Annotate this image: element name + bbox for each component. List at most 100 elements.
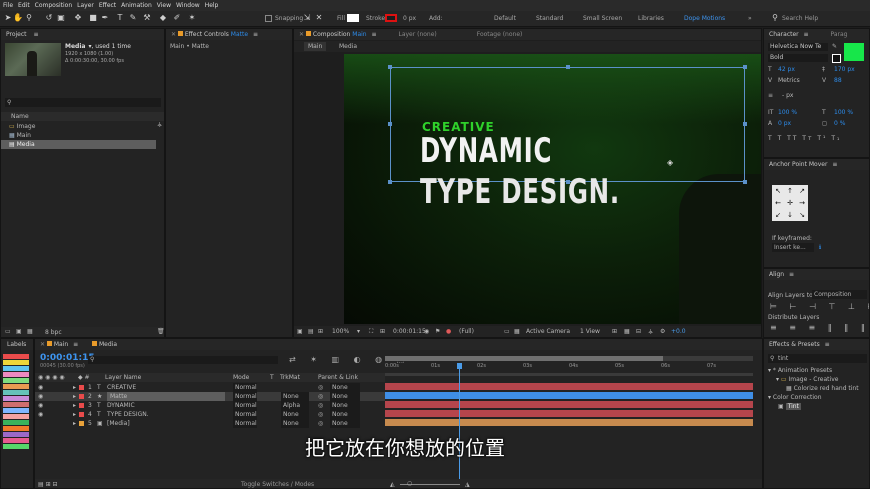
project-item-image[interactable]: ▭ Image [1,122,164,131]
pixel-aspect-icon[interactable]: ⊞ [612,326,617,337]
font-size-value[interactable]: 42 px [778,66,795,73]
visibility-eye-icon[interactable]: ◉ [38,392,43,401]
zoom-in-icon[interactable]: ◮ [465,479,470,488]
transparency-grid-icon[interactable]: ▦ [514,326,520,337]
visibility-eye-icon[interactable]: ◉ [38,410,43,419]
timeline-tab-main[interactable]: Main [54,341,68,348]
label-color-swatch[interactable] [3,402,29,407]
anchor-bottom-icon[interactable]: ↓ [784,209,796,221]
layer-row[interactable]: ◉ ▸ 4 T TYPE DESIGN. Normal None ◎ None [35,410,385,419]
layer-row[interactable]: ▸ 5 ▣ [Media] Normal None ◎ None [35,419,385,428]
layer-label-color[interactable] [79,412,84,417]
eyedropper-icon[interactable]: ✎ [832,43,837,50]
fast-previews-icon[interactable]: ▦ [624,326,630,337]
project-search-input[interactable]: ⚲ [5,98,161,107]
label-color-swatch[interactable] [3,432,29,437]
new-folder-icon[interactable]: ▣ [16,328,22,335]
camera-tool-icon[interactable]: ▣ [56,13,66,23]
fill-swatch[interactable] [347,14,359,22]
baseline-shift-value[interactable]: 0 px [778,120,791,127]
layer-trkmat-dropdown[interactable]: None [281,410,309,419]
project-item-media[interactable]: ▤ Media [1,140,156,149]
search-help-input[interactable]: Search Help [782,15,818,22]
fill-color-swatch[interactable] [844,43,864,61]
zoom-slider-thumb[interactable]: ○ [407,478,412,488]
composition-viewer[interactable]: CREATIVE DYNAMIC TYPE DESIGN. ◈ [344,54,761,324]
menu-window[interactable]: Window [176,0,200,11]
tree-colorize-preset[interactable]: ▦ Colorize red hand tint [764,384,859,393]
flowchart-icon[interactable]: ⚶ [648,326,653,337]
workspace-menu-icon[interactable]: » [748,15,752,22]
layer-label-color[interactable] [79,394,84,399]
tab-composition[interactable]: Composition Main [313,31,367,38]
project-item-main[interactable]: ▦ Main [1,131,164,140]
layer-label-color[interactable] [79,421,84,426]
t-header[interactable]: T [270,373,274,382]
menu-effect[interactable]: Effect [99,0,116,11]
layer-parent-dropdown[interactable]: None [330,383,360,392]
layer-name[interactable]: TYPE DESIGN. [107,410,149,419]
rotate-tool-icon[interactable]: ↺ [44,13,54,23]
anchor-left-icon[interactable]: ← [772,197,784,209]
zoom-dropdown[interactable]: 100% [332,326,349,337]
layer-mode-dropdown[interactable]: Normal [233,392,257,401]
pen-tool-icon[interactable]: ✒ [100,13,110,23]
bbox-handle[interactable] [388,65,392,69]
pan-behind-tool-icon[interactable]: ✥ [73,13,83,23]
layer-duration-bar[interactable] [385,392,753,399]
anchor-top-left-icon[interactable]: ↖ [772,185,784,197]
exposure-value[interactable]: +0.0 [671,326,686,337]
clone-stamp-tool-icon[interactable]: ⚒ [142,13,152,23]
snapping-checkbox[interactable] [265,15,272,22]
delete-icon[interactable]: 🗑 [157,328,164,335]
info-icon[interactable]: ℹ [819,244,821,251]
layer-label-color[interactable] [79,403,84,408]
layer-name-header[interactable]: Layer Name [105,373,141,382]
tsume-value[interactable]: 0 % [834,120,845,127]
layer-duration-bar[interactable] [385,419,753,426]
layer-name[interactable]: DYNAMIC [107,401,135,410]
faux-style-buttons[interactable]: T T TT Tт T¹ T₁ [768,135,841,142]
layer-trkmat-dropdown[interactable]: None [281,392,309,401]
label-color-swatch[interactable] [3,360,29,365]
selection-tool-icon[interactable]: ➤ [3,13,13,23]
menu-composition[interactable]: Composition [35,0,72,11]
bbox-handle[interactable] [743,180,747,184]
work-area-bar[interactable] [385,356,753,361]
layer-parent-dropdown[interactable]: None [330,392,360,401]
align-buttons[interactable]: ⊨ ⊢ ⊣ ⊤ ⊥ ⊦ [770,302,869,311]
workspace-small-screen[interactable]: Small Screen [583,15,622,22]
search-icon[interactable]: ⚲ [770,13,780,23]
parent-header[interactable]: Parent & Link [318,373,358,382]
expand-arrow-icon[interactable]: ▸ [73,383,76,392]
font-family-dropdown[interactable]: Helvetica Now Te [768,43,828,51]
time-ruler[interactable]: 0:00s 01s 02s 03s 04s 05s 06s 07s [385,363,753,372]
anchor-top-right-icon[interactable]: ↗ [796,185,808,197]
label-color-swatch[interactable] [3,438,29,443]
menu-animation[interactable]: Animation [121,0,152,11]
keyframe-option-dropdown[interactable]: Insert ke... [772,243,814,252]
layer-mode-dropdown[interactable]: Normal [233,419,257,428]
playhead[interactable] [458,363,460,483]
parent-pickwhip-icon[interactable]: ◎ [318,383,323,392]
label-color-swatch[interactable] [3,384,29,389]
tab-footage[interactable]: Footage (none) [477,31,523,38]
layer-name[interactable]: CREATIVE [107,383,136,392]
stroke-width-value[interactable]: - px [782,92,793,99]
layer-name[interactable]: [Media] [107,419,130,428]
playhead-handle[interactable] [456,363,462,369]
layer-row[interactable]: ◉ ▸ 3 T DYNAMIC Normal Alpha ◎ None [35,401,385,410]
bbox-handle[interactable] [743,122,747,126]
tab-layer[interactable]: Layer (none) [398,31,436,38]
layer-parent-dropdown[interactable]: None [330,401,360,410]
comp-timecode[interactable]: 0:00:01:15 [393,326,426,337]
stroke-color-swatch[interactable] [832,54,841,63]
toggle-footer-icons[interactable]: ▤ ⊞ ⊟ [38,479,58,488]
horizontal-scale-value[interactable]: 100 % [834,109,853,116]
bbox-handle[interactable] [743,65,747,69]
parent-pickwhip-icon[interactable]: ◎ [318,392,323,401]
workspace-default[interactable]: Default [494,15,516,22]
zoom-tool-icon[interactable]: ⚲ [24,13,34,23]
layer-name[interactable]: Matte [107,392,225,401]
zoom-out-icon[interactable]: ◭ [390,479,395,488]
